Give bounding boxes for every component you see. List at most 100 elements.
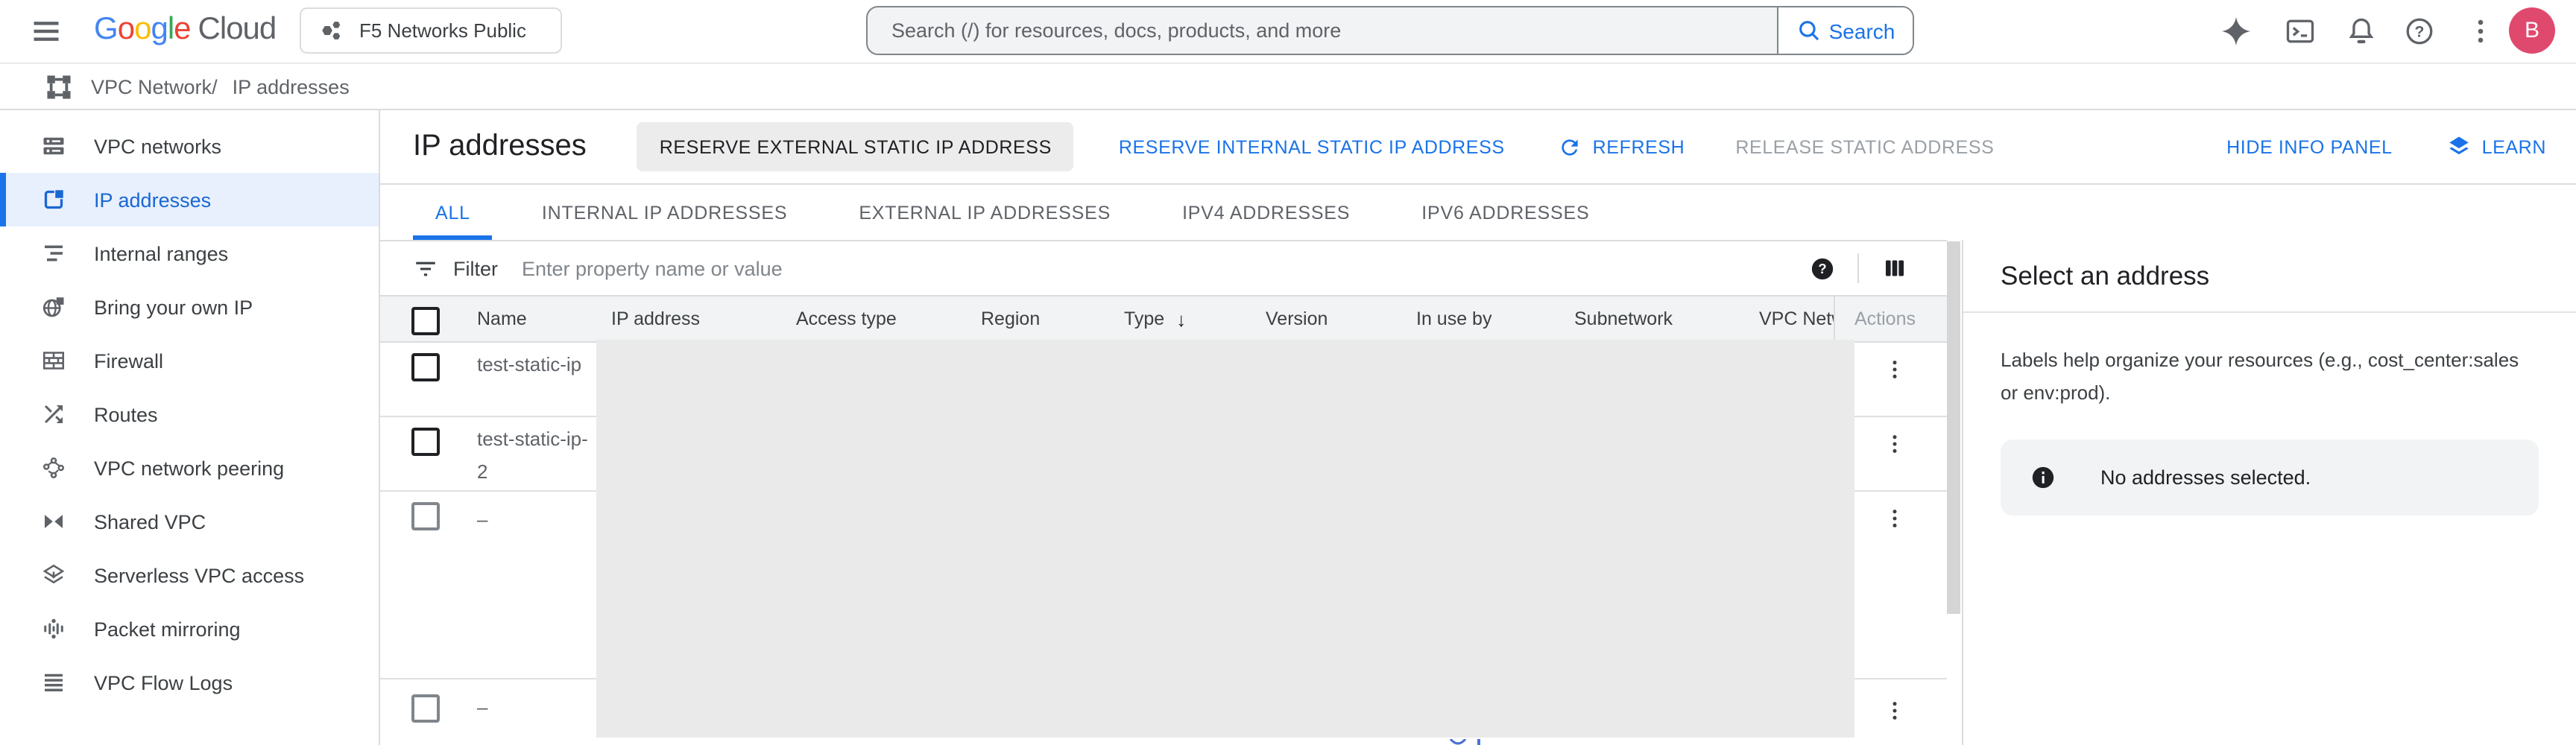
column-label: IP address bbox=[611, 308, 700, 329]
column-label: Version bbox=[1266, 308, 1328, 329]
filter-input[interactable] bbox=[519, 256, 1810, 281]
sidebar-item-packet-mirroring[interactable]: Packet mirroring bbox=[0, 602, 379, 656]
learn-button[interactable]: LEARN bbox=[2437, 133, 2555, 161]
sidebar-item-vpc-networks[interactable]: VPC networks bbox=[0, 119, 379, 173]
sidebar-item-label: IP addresses bbox=[94, 188, 211, 211]
no-selection-message: No addresses selected. bbox=[2100, 466, 2311, 489]
column-header-version[interactable]: Version bbox=[1266, 297, 1328, 341]
main-content: IP addresses RESERVE EXTERNAL STATIC IP … bbox=[380, 110, 2576, 745]
column-label: Access type bbox=[796, 308, 897, 329]
avatar[interactable]: B bbox=[2509, 7, 2555, 54]
filter-bar: Filter ? bbox=[380, 241, 1947, 297]
column-header-region[interactable]: Region bbox=[981, 297, 1040, 341]
select-all-checkbox[interactable] bbox=[411, 307, 440, 335]
actions-column-divider bbox=[1834, 297, 1835, 341]
info-panel-body: Labels help organize your resources (e.g… bbox=[1963, 313, 2576, 516]
row-actions-menu-icon[interactable] bbox=[1883, 356, 1907, 383]
hide-info-panel-button[interactable]: HIDE INFO PANEL bbox=[2217, 135, 2401, 159]
routes-icon bbox=[40, 401, 67, 428]
tab-ipv6-addresses[interactable]: IPV6 ADDRESSES bbox=[1399, 185, 1611, 240]
filter-help-icon[interactable]: ? bbox=[1810, 256, 1835, 281]
row-name[interactable]: test-static-ip-2 bbox=[477, 423, 593, 489]
tab-all[interactable]: ALL bbox=[413, 185, 493, 240]
page-title: IP addresses bbox=[413, 130, 587, 164]
search-icon bbox=[1796, 18, 1822, 43]
refresh-button[interactable]: REFRESH bbox=[1550, 133, 1694, 160]
sidebar-item-firewall[interactable]: Firewall bbox=[0, 334, 379, 387]
sidebar-item-serverless-vpc-access[interactable]: Serverless VPC access bbox=[0, 548, 379, 602]
notifications-bell-icon[interactable] bbox=[2345, 15, 2378, 48]
gemini-sparkle-icon[interactable] bbox=[2220, 15, 2253, 48]
sidebar-item-ip-addresses[interactable]: IP addresses bbox=[0, 173, 379, 226]
column-label: Subnetwork bbox=[1574, 308, 1673, 329]
tab-internal-ip-addresses[interactable]: INTERNAL IP ADDRESSES bbox=[520, 185, 809, 240]
sidebar-item-label: Packet mirroring bbox=[94, 618, 241, 640]
svg-text:?: ? bbox=[2415, 23, 2425, 40]
scrollbar-thumb[interactable] bbox=[1947, 241, 1960, 614]
refresh-icon bbox=[1559, 135, 1582, 159]
row-checkbox[interactable] bbox=[411, 428, 440, 456]
breadcrumb-separator: / bbox=[212, 75, 218, 98]
column-display-icon[interactable] bbox=[1881, 255, 1908, 282]
reserve-internal-static-ip-button[interactable]: RESERVE INTERNAL STATIC IP ADDRESS bbox=[1110, 135, 1514, 159]
release-static-address-button[interactable]: RELEASE STATIC ADDRESS bbox=[1726, 135, 2003, 159]
logo-letter: l bbox=[168, 12, 174, 46]
column-header-ip-address[interactable]: IP address bbox=[611, 297, 700, 341]
global-search: Search bbox=[866, 6, 1914, 55]
serverless-vpc-icon bbox=[40, 562, 67, 589]
redacted-table-data bbox=[596, 340, 1854, 738]
breadcrumb: VPC Network / IP addresses bbox=[0, 63, 2576, 110]
column-header-in-use-by[interactable]: In use by bbox=[1416, 297, 1491, 341]
info-panel-header: Select an address bbox=[1963, 240, 2576, 313]
search-button[interactable]: Search bbox=[1777, 7, 1913, 54]
sidebar-item-label: Shared VPC bbox=[94, 510, 206, 533]
reserve-external-static-ip-button[interactable]: RESERVE EXTERNAL STATIC IP ADDRESS bbox=[637, 122, 1074, 171]
cloud-shell-icon[interactable] bbox=[2284, 15, 2317, 48]
column-label: Actions bbox=[1854, 308, 1916, 329]
row-checkbox[interactable] bbox=[411, 502, 440, 530]
refresh-label: REFRESH bbox=[1593, 136, 1685, 157]
filter-label: Filter bbox=[453, 257, 498, 279]
tab-label: ALL bbox=[435, 202, 470, 223]
tab-label: EXTERNAL IP ADDRESSES bbox=[859, 202, 1111, 223]
column-header-vpc-network[interactable]: VPC Network bbox=[1759, 297, 1834, 341]
info-panel-description: Labels help organize your resources (e.g… bbox=[2001, 344, 2539, 410]
row-checkbox[interactable] bbox=[411, 353, 440, 381]
sort-desc-icon[interactable]: ↓ bbox=[1176, 308, 1186, 330]
sidebar-item-vpc-network-peering[interactable]: VPC network peering bbox=[0, 441, 379, 495]
search-input[interactable] bbox=[868, 7, 1777, 54]
table-header: Name IP address Access type Region Type … bbox=[380, 297, 1947, 343]
column-header-type[interactable]: Type ↓ bbox=[1124, 297, 1186, 341]
vpc-network-icon bbox=[45, 72, 73, 101]
row-actions-menu-icon[interactable] bbox=[1883, 505, 1907, 532]
tab-external-ip-addresses[interactable]: EXTERNAL IP ADDRESSES bbox=[836, 185, 1133, 240]
row-actions-menu-icon[interactable] bbox=[1883, 431, 1907, 457]
breadcrumb-section[interactable]: VPC Network bbox=[91, 75, 212, 98]
help-icon[interactable]: ? bbox=[2403, 15, 2436, 48]
sidebar-item-bring-your-own-ip[interactable]: Bring your own IP bbox=[0, 280, 379, 334]
network-peering-icon bbox=[40, 454, 67, 481]
project-selector[interactable]: F5 Networks Public bbox=[300, 7, 562, 54]
column-label: VPC Network bbox=[1759, 308, 1834, 329]
row-checkbox[interactable] bbox=[411, 694, 440, 723]
more-vertical-icon[interactable] bbox=[2464, 15, 2497, 48]
google-cloud-logo[interactable]: GoogleCloud bbox=[94, 12, 276, 48]
hamburger-menu-icon[interactable] bbox=[30, 15, 63, 48]
sidebar-item-vpc-flow-logs[interactable]: VPC Flow Logs bbox=[0, 656, 379, 709]
sidebar-item-routes[interactable]: Routes bbox=[0, 387, 379, 441]
no-selection-notice: No addresses selected. bbox=[2001, 440, 2539, 516]
sidebar-item-internal-ranges[interactable]: Internal ranges bbox=[0, 226, 379, 280]
search-button-label: Search bbox=[1829, 19, 1895, 42]
column-header-access-type[interactable]: Access type bbox=[796, 297, 897, 341]
column-header-name[interactable]: Name bbox=[477, 297, 527, 341]
sidebar-item-shared-vpc[interactable]: Shared VPC bbox=[0, 495, 379, 548]
column-header-subnetwork[interactable]: Subnetwork bbox=[1574, 297, 1673, 341]
row-actions-menu-icon[interactable] bbox=[1883, 697, 1907, 724]
row-name[interactable]: test-static-ip bbox=[477, 349, 593, 381]
tab-ipv4-addresses[interactable]: IPV4 ADDRESSES bbox=[1160, 185, 1372, 240]
row-name: – bbox=[477, 691, 593, 724]
filter-list-icon bbox=[413, 256, 438, 281]
project-name: F5 Networks Public bbox=[359, 19, 526, 42]
table-region: ALL INTERNAL IP ADDRESSES EXTERNAL IP AD… bbox=[380, 185, 1947, 745]
sidebar-item-label: Routes bbox=[94, 403, 158, 425]
